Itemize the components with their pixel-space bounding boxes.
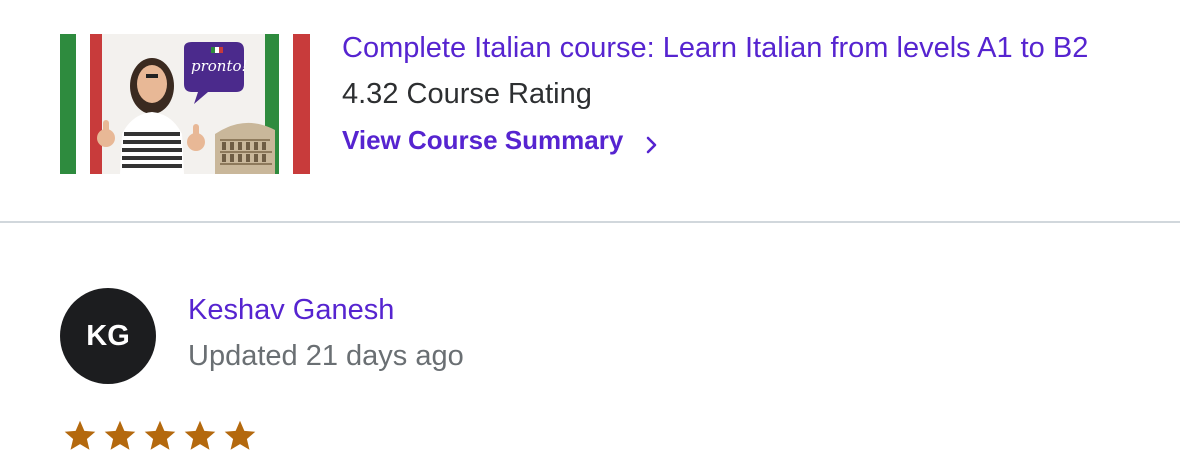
view-course-summary-link[interactable]: View Course Summary bbox=[342, 122, 659, 158]
section-divider bbox=[0, 221, 1180, 223]
star-icon bbox=[144, 420, 176, 450]
course-rating: 4.32 Course Rating bbox=[342, 78, 592, 110]
star-icon bbox=[224, 420, 256, 450]
thumbnail-badge-text: pronto! bbox=[191, 57, 248, 75]
reviewer-avatar: KG bbox=[60, 288, 156, 384]
star-icon bbox=[104, 420, 136, 450]
course-thumbnail-image: pronto! bbox=[60, 34, 310, 174]
course-thumbnail[interactable]: pronto! bbox=[60, 34, 310, 174]
star-icon bbox=[64, 420, 96, 450]
avatar-initials: KG bbox=[86, 319, 130, 352]
star-rating bbox=[62, 418, 258, 454]
reviewer-name-link[interactable]: Keshav Ganesh bbox=[188, 292, 394, 328]
star-icon bbox=[184, 420, 216, 450]
chevron-right-icon bbox=[645, 129, 659, 154]
course-card: pronto! Complete Italian course: Learn I… bbox=[0, 0, 1180, 222]
review-updated-timestamp: Updated 21 days ago bbox=[188, 340, 464, 372]
view-course-summary-label: View Course Summary bbox=[342, 125, 624, 155]
course-title-link[interactable]: Complete Italian course: Learn Italian f… bbox=[342, 30, 1088, 66]
